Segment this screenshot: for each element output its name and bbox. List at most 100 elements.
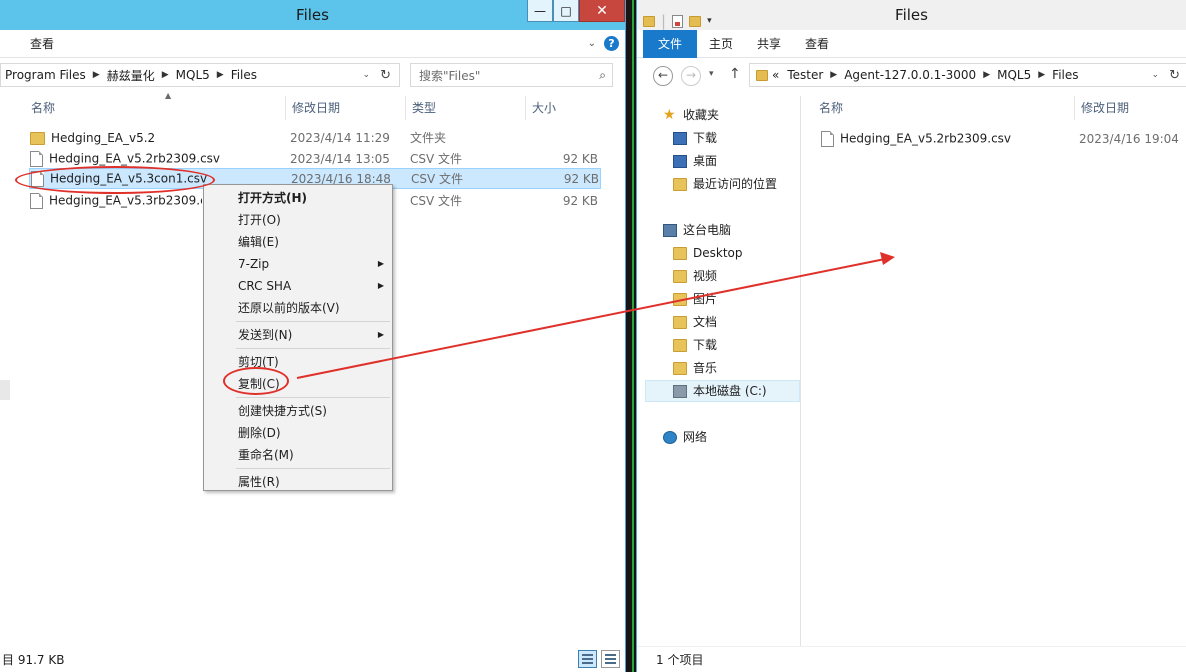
column-header-name[interactable]: 名称 <box>813 96 1075 120</box>
new-folder-icon[interactable] <box>689 15 702 27</box>
breadcrumb-separator-icon[interactable]: ▶ <box>980 70 993 80</box>
folder-icon[interactable] <box>643 15 655 27</box>
close-button[interactable]: ✕ <box>579 0 625 22</box>
column-header-name[interactable]: ▲ 名称 <box>25 92 286 120</box>
file-size: 92 KB <box>563 171 599 186</box>
downloads-icon <box>673 131 687 145</box>
file-row-folder[interactable]: Hedging_EA_v5.2 2023/4/14 11:29 文件夹 <box>30 127 600 148</box>
context-menu-item[interactable]: 7-Zip ▶ <box>204 253 392 275</box>
breadcrumb-item[interactable]: Program Files <box>1 68 90 82</box>
right-address-row: ← → ▾ ↑ « Tester ▶ Agent-127.0.0.1-3000 … <box>637 60 1186 90</box>
left-column-headers: ▲ 名称 修改日期 类型 大小 <box>25 92 604 120</box>
up-arrow-icon[interactable]: ↑ <box>729 66 741 82</box>
properties-icon[interactable] <box>672 14 684 28</box>
breadcrumb-item[interactable]: Agent-127.0.0.1-3000 <box>840 68 980 82</box>
breadcrumb-separator-icon[interactable]: ▶ <box>214 70 227 80</box>
right-address-bar[interactable]: « Tester ▶ Agent-127.0.0.1-3000 ▶ MQL5 ▶… <box>749 63 1186 87</box>
minimize-icon: — <box>534 3 546 18</box>
ribbon-tab-home[interactable]: 主页 <box>697 30 745 58</box>
refresh-icon[interactable]: ↻ <box>1165 68 1186 83</box>
recent-places-icon <box>673 177 687 191</box>
ribbon-expand-chevron-icon[interactable]: ⌄ <box>588 38 596 49</box>
file-name: Hedging_EA_v5.3rb2309.csv <box>49 193 202 207</box>
nav-pc-desktop[interactable]: Desktop <box>673 242 743 264</box>
breadcrumb-item[interactable]: Tester <box>783 68 827 82</box>
breadcrumb-item[interactable]: MQL5 <box>993 68 1035 82</box>
breadcrumb-item[interactable]: Files <box>1048 68 1082 82</box>
help-icon[interactable]: ? <box>604 36 619 51</box>
column-header-type[interactable]: 类型 <box>406 96 526 120</box>
large-icons-view-button[interactable] <box>601 650 620 668</box>
nav-local-disk[interactable]: 本地磁盘 (C:) <box>645 380 800 402</box>
breadcrumb-separator-icon[interactable]: ▶ <box>90 70 103 80</box>
context-menu-item[interactable]: 剪切(T) <box>204 351 392 373</box>
breadcrumb-separator-icon[interactable]: ▶ <box>827 70 840 80</box>
context-menu-item[interactable]: 打开方式(H) <box>204 187 392 209</box>
left-search-input[interactable]: 搜索"Files" ⌕ <box>410 63 613 87</box>
ribbon-tab-view[interactable]: 查看 <box>18 30 66 58</box>
context-menu-item[interactable]: 创建快捷方式(S) <box>204 400 392 422</box>
address-dropdown-icon[interactable]: ⌄ <box>1146 70 1166 80</box>
recent-locations-icon[interactable]: ▾ <box>709 69 714 79</box>
file-row[interactable]: Hedging_EA_v5.2rb2309.csv 2023/4/16 19:0… <box>821 128 1186 149</box>
breadcrumb-overflow[interactable]: « <box>768 68 783 82</box>
menu-item-label: 删除(D) <box>238 426 281 440</box>
left-address-bar[interactable]: Program Files ▶ 赫兹量化 ▶ MQL5 ▶ Files ⌄ ↻ <box>0 63 400 87</box>
refresh-icon[interactable]: ↻ <box>376 68 399 83</box>
column-header-date[interactable]: 修改日期 <box>1075 96 1185 120</box>
context-menu-item[interactable]: 重命名(M) <box>204 444 392 466</box>
left-title-bar[interactable]: Files — □ ✕ <box>0 0 625 30</box>
nav-documents[interactable]: 文档 <box>673 311 717 333</box>
ribbon-tab-file[interactable]: 文件 <box>643 29 698 58</box>
nav-downloads[interactable]: 下载 <box>673 127 717 149</box>
ribbon-tab-view[interactable]: 查看 <box>793 30 841 58</box>
context-menu-item[interactable]: 删除(D) <box>204 422 392 444</box>
menu-separator <box>236 397 390 398</box>
breadcrumb-item[interactable]: MQL5 <box>172 68 214 82</box>
context-menu-item[interactable]: 打开(O) <box>204 209 392 231</box>
file-icon <box>821 130 834 147</box>
search-icon[interactable]: ⌕ <box>599 68 606 83</box>
file-date: 2023/4/14 13:05 <box>290 151 390 166</box>
context-menu-item[interactable]: 编辑(E) <box>204 231 392 253</box>
details-view-button[interactable] <box>578 650 597 668</box>
column-header-size[interactable]: 大小 <box>526 96 604 120</box>
breadcrumb-separator-icon[interactable]: ▶ <box>159 70 172 80</box>
desktop-strip <box>632 0 634 672</box>
breadcrumb-item[interactable]: 赫兹量化 <box>103 67 159 84</box>
back-arrow-icon: ← <box>657 68 669 82</box>
nav-pane-splitter[interactable] <box>0 380 10 400</box>
nav-music[interactable]: 音乐 <box>673 357 717 379</box>
video-folder-icon <box>673 269 687 283</box>
file-name: Hedging_EA_v5.2rb2309.csv <box>840 131 1012 145</box>
column-header-date[interactable]: 修改日期 <box>286 96 406 120</box>
menu-separator <box>236 348 390 349</box>
right-title-bar[interactable]: | ▾ Files <box>637 0 1186 30</box>
file-date: 2023/4/14 11:29 <box>290 130 390 145</box>
nav-pc-downloads[interactable]: 下载 <box>673 334 717 356</box>
file-size: 92 KB <box>562 151 598 166</box>
forward-button[interactable]: → <box>681 66 701 86</box>
ribbon-tab-share[interactable]: 共享 <box>745 30 793 58</box>
nav-recent[interactable]: 最近访问的位置 <box>673 173 777 195</box>
nav-desktop[interactable]: 桌面 <box>673 150 717 172</box>
forward-arrow-icon: → <box>685 68 697 82</box>
menu-separator <box>236 468 390 469</box>
minimize-button[interactable]: — <box>527 0 553 22</box>
context-menu-item[interactable]: CRC SHA ▶ <box>204 275 392 297</box>
address-dropdown-icon[interactable]: ⌄ <box>357 70 377 80</box>
menu-item-label: 发送到(N) <box>238 328 293 342</box>
context-menu-item[interactable]: 发送到(N) ▶ <box>204 324 392 346</box>
breadcrumb-item[interactable]: Files <box>227 68 261 82</box>
nav-pictures[interactable]: 图片 <box>673 288 717 310</box>
nav-videos[interactable]: 视频 <box>673 265 717 287</box>
context-menu-item[interactable]: 属性(R) <box>204 471 392 493</box>
nav-network[interactable]: 网络 <box>663 426 707 448</box>
context-menu-item[interactable]: 还原以前的版本(V) <box>204 297 392 319</box>
maximize-button[interactable]: □ <box>553 0 579 22</box>
breadcrumb-separator-icon[interactable]: ▶ <box>1035 70 1048 80</box>
back-button[interactable]: ← <box>653 66 673 86</box>
folder-icon <box>756 69 768 81</box>
nav-favorites[interactable]: ★ 收藏夹 <box>663 104 719 126</box>
nav-this-pc[interactable]: 这台电脑 <box>663 219 731 241</box>
